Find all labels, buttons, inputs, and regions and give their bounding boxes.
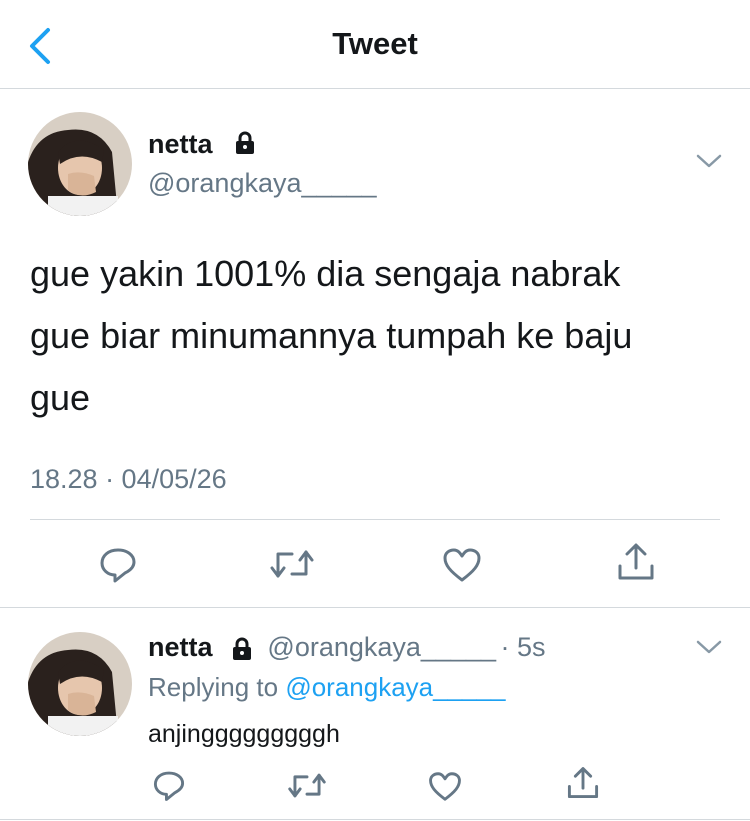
reply-icon (100, 548, 136, 583)
reply-author-handle[interactable]: @orangkaya_____ (267, 632, 496, 662)
reply-button[interactable] (98, 544, 138, 584)
author-name-text: netta (148, 129, 213, 159)
reply-more-options-button[interactable] (696, 638, 722, 661)
bottom-divider (0, 819, 750, 820)
share-icon (567, 767, 599, 799)
like-icon (429, 772, 461, 801)
author-name[interactable]: netta (148, 129, 258, 160)
author-handle[interactable]: @orangkaya_____ (148, 168, 377, 199)
tweet-timestamp: 18.28 · 04/05/26 (30, 464, 227, 494)
header-divider (0, 88, 750, 89)
like-button[interactable] (442, 547, 482, 583)
replying-to-handle[interactable]: @orangkaya_____ (285, 672, 505, 702)
replying-to-line: Replying to @orangkaya_____ (148, 672, 505, 703)
retweet-button[interactable] (270, 546, 314, 582)
share-icon (618, 543, 654, 580)
lock-icon (232, 637, 251, 660)
tweet-text-line-3: gue (30, 377, 91, 418)
reply-avatar[interactable] (28, 632, 132, 736)
avatar-image (28, 632, 132, 736)
tweet-divider (30, 519, 720, 520)
reply-text: anjingggggggggh (148, 720, 340, 748)
lock-icon (236, 131, 255, 154)
reply-retweet-button[interactable] (288, 770, 326, 801)
section-divider (0, 607, 750, 608)
replying-to-label: Replying to (148, 672, 279, 702)
reply-icon (153, 771, 185, 801)
retweet-icon (270, 550, 314, 578)
reply-reply-button[interactable] (152, 768, 186, 802)
retweet-icon (288, 773, 326, 798)
reply-author-line: netta @orangkaya_____ · 5s (148, 632, 545, 663)
tweet-text-line-1: gue yakin 1001% dia sengaja nabrak (30, 253, 621, 294)
more-options-button[interactable] (696, 152, 722, 175)
page-title: Tweet (332, 26, 418, 61)
avatar[interactable] (28, 112, 132, 216)
reply-author-name[interactable]: netta (148, 632, 213, 662)
chevron-down-icon (696, 154, 722, 168)
reply-like-button[interactable] (428, 771, 462, 802)
share-button[interactable] (616, 542, 656, 582)
tweet-text-line-2: gue biar minumannya tumpah ke baju (30, 315, 633, 356)
reply-share-button[interactable] (566, 766, 600, 800)
avatar-image (28, 112, 132, 216)
chevron-down-icon (696, 640, 722, 654)
reply-age: · 5s (500, 632, 546, 662)
like-icon (443, 548, 481, 582)
